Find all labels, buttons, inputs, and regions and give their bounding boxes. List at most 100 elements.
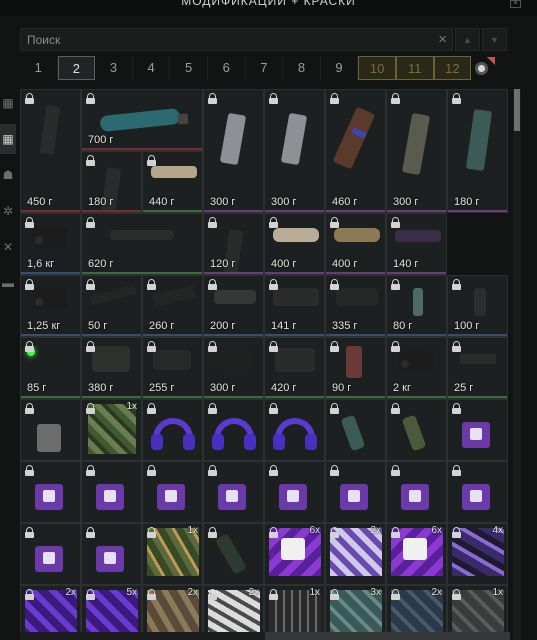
item-slot[interactable]: 140 г [386, 213, 447, 275]
horizontal-scrollbar[interactable] [20, 632, 510, 640]
gear-cog-icon[interactable]: ✲ [0, 196, 16, 226]
item-slot[interactable]: 141 г [264, 275, 325, 337]
item-count: 1x [492, 587, 503, 598]
helmet-icon[interactable]: ☗ [0, 160, 16, 190]
item-slot[interactable] [20, 461, 81, 523]
item-slot[interactable]: 1,25 кг [20, 275, 81, 337]
item-slot[interactable] [142, 399, 203, 461]
twitch-charm-icon [448, 400, 507, 460]
item-slot[interactable]: 25 г [447, 337, 508, 399]
page-tab-4[interactable]: 4 [133, 56, 171, 80]
window-title: МОДИФИКАЦИИ + КРАСКИ [181, 0, 356, 8]
grid-large-icon[interactable]: ▦ [0, 124, 16, 154]
item-slot[interactable]: 180 г [447, 89, 508, 213]
item-slot[interactable]: 300 г [203, 337, 264, 399]
page-tab-8[interactable]: 8 [283, 56, 321, 80]
wrench-icon[interactable]: ✕ [0, 232, 16, 262]
item-slot[interactable] [20, 523, 81, 585]
item-slot[interactable]: 450 г [20, 89, 81, 213]
clear-icon[interactable]: × [438, 31, 447, 48]
item-slot[interactable]: 260 г [142, 275, 203, 337]
page-tab-7[interactable]: 7 [246, 56, 284, 80]
item-slot[interactable] [20, 399, 81, 461]
item-slot[interactable]: 300 г [264, 89, 325, 213]
page-tab-12[interactable]: 12 [433, 56, 472, 80]
item-slot[interactable] [325, 399, 386, 461]
item-slot[interactable]: 6x [264, 523, 325, 585]
item-slot[interactable] [447, 461, 508, 523]
item-slot[interactable]: 100 г [447, 275, 508, 337]
charm-skull-icon [21, 400, 80, 460]
item-count: 5x [126, 587, 137, 598]
page-tab-6[interactable]: 6 [208, 56, 246, 80]
scroll-thumb[interactable] [514, 89, 520, 131]
item-slot[interactable] [81, 523, 142, 585]
twitch-charm-icon [448, 462, 507, 522]
item-slot[interactable]: 4x [447, 523, 508, 585]
paint-disc-icon[interactable] [471, 56, 496, 80]
item-slot[interactable]: 400 г [325, 213, 386, 275]
item-slot[interactable] [386, 461, 447, 523]
box-icon[interactable]: ▬ [0, 268, 16, 298]
item-slot[interactable]: 2x [325, 523, 386, 585]
page-tab-10[interactable]: 10 [358, 56, 396, 80]
item-slot[interactable]: 300 г [203, 89, 264, 213]
item-slot[interactable]: 200 г [203, 275, 264, 337]
item-slot[interactable] [81, 461, 142, 523]
item-slot[interactable]: 1x [142, 523, 203, 585]
item-slot[interactable]: 80 г [386, 275, 447, 337]
item-slot[interactable]: 1x [81, 399, 142, 461]
item-slot[interactable]: 90 г [325, 337, 386, 399]
close-icon[interactable]: × [510, 0, 521, 8]
item-slot[interactable]: 255 г [142, 337, 203, 399]
item-slot[interactable] [264, 461, 325, 523]
item-slot[interactable]: 335 г [325, 275, 386, 337]
item-slot[interactable] [264, 399, 325, 461]
twitch-charm-icon [265, 462, 324, 522]
magazine-dark-icon [21, 90, 80, 212]
item-slot[interactable]: 420 г [264, 337, 325, 399]
twitch-charm-icon [387, 462, 446, 522]
item-slot[interactable]: 620 г [81, 213, 203, 275]
item-slot[interactable]: 120 г [203, 213, 264, 275]
page-tab-1[interactable]: 1 [20, 56, 58, 80]
search-input[interactable] [21, 29, 452, 50]
item-slot[interactable]: 400 г [264, 213, 325, 275]
page-tab-9[interactable]: 9 [321, 56, 359, 80]
vertical-scrollbar[interactable] [513, 89, 521, 640]
item-slot[interactable]: 440 г [142, 151, 203, 213]
scroll-up-icon[interactable]: ▲ [455, 28, 480, 51]
item-slot[interactable]: 6x [386, 523, 447, 585]
item-slot[interactable] [203, 523, 264, 585]
item-slot[interactable]: 460 г [325, 89, 386, 213]
item-slot[interactable] [203, 399, 264, 461]
item-slot[interactable] [203, 461, 264, 523]
item-slot[interactable]: 85 г [20, 337, 81, 399]
item-slot[interactable] [386, 399, 447, 461]
item-count: 2x [431, 587, 442, 598]
page-tab-11[interactable]: 11 [395, 56, 434, 80]
item-slot[interactable]: 180 г [81, 151, 142, 213]
grid-small-icon[interactable]: ▦ [0, 88, 16, 118]
page-tab-3[interactable]: 3 [95, 56, 133, 80]
item-slot[interactable] [325, 461, 386, 523]
item-count: 2x [248, 587, 259, 598]
item-count: 2x [370, 525, 381, 536]
item-slot[interactable] [447, 399, 508, 461]
item-weight: 90 г [332, 382, 352, 394]
page-tab-2[interactable]: 2 [57, 56, 96, 80]
magazine-banana-icon [326, 90, 385, 212]
item-slot[interactable]: 50 г [81, 275, 142, 337]
item-weight: 400 г [271, 258, 297, 270]
page-tab-5[interactable]: 5 [170, 56, 208, 80]
item-slot[interactable]: 300 г [386, 89, 447, 213]
headphones-purple-icon [204, 400, 263, 460]
horizontal-scroll-thumb[interactable] [265, 632, 510, 640]
item-count: 6x [431, 525, 442, 536]
item-slot[interactable] [142, 461, 203, 523]
item-slot[interactable]: 380 г [81, 337, 142, 399]
scroll-down-icon[interactable]: ▼ [482, 28, 507, 51]
item-slot[interactable]: 2 кг [386, 337, 447, 399]
item-slot[interactable]: 700 г [81, 89, 203, 151]
item-slot[interactable]: 1,6 кг [20, 213, 81, 275]
